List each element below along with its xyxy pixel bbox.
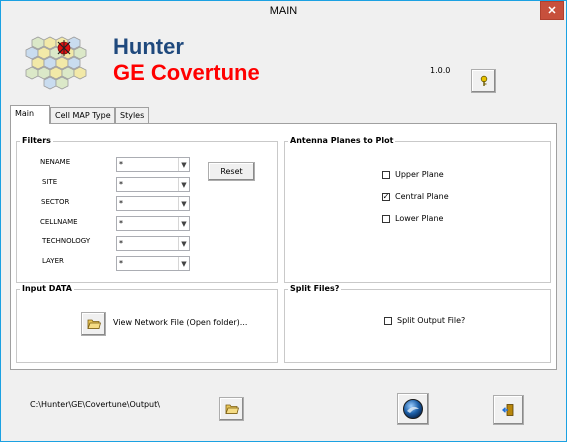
tab-styles[interactable]: Styles <box>115 107 149 123</box>
split-output-file-checkbox[interactable]: Split Output File? <box>384 316 465 325</box>
sector-combo-value: * <box>119 199 123 208</box>
layer-combo-value: * <box>119 259 123 268</box>
technology-combo[interactable]: * ▼ <box>116 236 190 251</box>
nename-combo[interactable]: * ▼ <box>116 157 190 172</box>
antenna-planes-frame-title: Antenna Planes to Plot <box>288 136 396 145</box>
tab-main-label: Main <box>15 109 35 118</box>
technology-combo-value: * <box>119 239 123 248</box>
title-bar: MAIN ✕ <box>1 1 566 23</box>
output-folder-button[interactable] <box>219 397 244 421</box>
chevron-down-icon[interactable]: ▼ <box>178 178 189 191</box>
tab-cell-map-type-label: Cell MAP Type <box>55 111 111 120</box>
window-close-button[interactable]: ✕ <box>540 1 564 20</box>
run-globe-icon <box>403 399 423 419</box>
chevron-down-icon[interactable]: ▼ <box>178 197 189 210</box>
filter-label-cellname: CELLNAME <box>40 218 78 226</box>
filters-frame-title: Filters <box>20 136 53 145</box>
chevron-down-icon[interactable]: ▼ <box>178 237 189 250</box>
tab-cell-map-type[interactable]: Cell MAP Type <box>50 107 115 123</box>
hexagon-grid-logo-icon <box>22 30 94 92</box>
nename-combo-value: * <box>119 160 123 169</box>
close-icon: ✕ <box>547 5 557 17</box>
lower-plane-label: Lower Plane <box>395 214 444 223</box>
key-icon <box>480 75 487 86</box>
central-plane-checkbox[interactable]: ✓ Central Plane <box>382 192 449 201</box>
sector-combo[interactable]: * ▼ <box>116 196 190 211</box>
layer-combo[interactable]: * ▼ <box>116 256 190 271</box>
reset-button[interactable]: Reset <box>208 162 255 181</box>
filter-label-sector: SECTOR <box>41 198 70 206</box>
upper-plane-label: Upper Plane <box>395 170 444 179</box>
chevron-down-icon[interactable]: ▼ <box>178 217 189 230</box>
central-plane-check[interactable]: ✓ <box>382 192 390 201</box>
reset-button-label: Reset <box>220 167 243 176</box>
tab-main[interactable]: Main <box>10 105 50 124</box>
filter-label-technology: TECHNOLOGY <box>42 237 91 245</box>
split-files-frame-title: Split Files? <box>288 284 342 293</box>
split-output-file-label: Split Output File? <box>397 316 466 325</box>
central-plane-label: Central Plane <box>395 192 449 201</box>
tab-styles-label: Styles <box>120 111 145 120</box>
brand-name-line1: Hunter <box>113 34 184 59</box>
filter-label-layer: LAYER <box>42 257 64 265</box>
key-button[interactable] <box>471 69 496 93</box>
version-label: 1.0.0 <box>430 66 451 75</box>
open-folder-icon <box>224 404 239 414</box>
brand-name-line2: GE Covertune <box>113 60 260 85</box>
site-combo-value: * <box>119 180 123 189</box>
input-data-frame-title: Input DATA <box>20 284 74 293</box>
output-path: C:\Hunter\GE\Covertune\Output\ <box>30 400 160 409</box>
lower-plane-checkbox[interactable]: Lower Plane <box>382 214 443 223</box>
exit-door-icon <box>501 404 513 416</box>
view-network-file-link[interactable]: View Network File (Open folder)... <box>113 318 247 327</box>
exit-button[interactable] <box>493 395 524 425</box>
window-title: MAIN <box>269 5 298 17</box>
lower-plane-check[interactable] <box>382 214 390 223</box>
chevron-down-icon[interactable]: ▼ <box>178 158 189 171</box>
open-folder-icon <box>86 319 101 329</box>
cellname-combo-value: * <box>119 219 123 228</box>
antenna-planes-frame: Antenna Planes to Plot <box>284 136 551 283</box>
view-network-file-button[interactable] <box>81 312 106 336</box>
site-combo[interactable]: * ▼ <box>116 177 190 192</box>
cellname-combo[interactable]: * ▼ <box>116 216 190 231</box>
run-button[interactable] <box>397 393 429 425</box>
filter-label-nename: NENAME <box>40 158 71 166</box>
split-output-file-check[interactable] <box>384 316 392 325</box>
chevron-down-icon[interactable]: ▼ <box>178 257 189 270</box>
split-files-frame: Split Files? <box>284 284 551 363</box>
upper-plane-checkbox[interactable]: Upper Plane <box>382 170 444 179</box>
filter-label-site: SITE <box>42 178 58 186</box>
upper-plane-check[interactable] <box>382 170 390 179</box>
